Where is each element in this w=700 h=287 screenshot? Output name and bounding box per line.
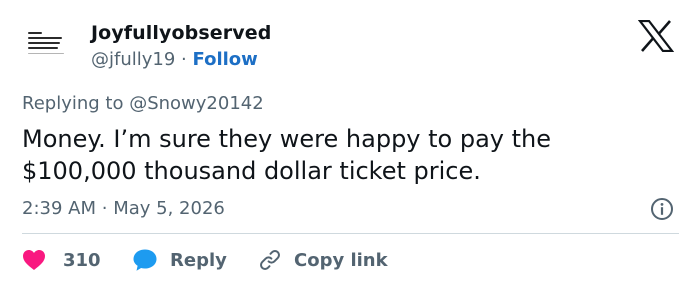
copy-link-label: Copy link — [294, 249, 388, 271]
tweet-time: 2:39 AM — [22, 198, 96, 219]
meta-separator: · — [181, 49, 187, 70]
like-button[interactable]: 310 — [22, 245, 101, 275]
author-handle[interactable]: @jfully19 — [91, 49, 175, 70]
link-icon — [260, 250, 280, 270]
timestamp-separator: · — [101, 198, 108, 219]
tweet-card: Joyfullyobserved @jfully19 · Follow Repl… — [0, 0, 700, 287]
replying-to[interactable]: Replying to @Snowy20142 — [22, 93, 264, 114]
x-logo-icon[interactable] — [638, 20, 674, 52]
follow-button[interactable]: Follow — [193, 49, 258, 70]
like-count: 310 — [63, 249, 101, 271]
reply-label: Reply — [170, 249, 227, 271]
info-icon[interactable] — [650, 197, 674, 221]
copy-link-button[interactable]: Copy link — [258, 245, 388, 275]
author-meta: @jfully19 · Follow — [91, 49, 258, 70]
tweet-date: May 5, 2026 — [113, 198, 225, 219]
reply-button[interactable]: Reply — [132, 245, 227, 275]
action-bar: 310 Reply Copy link — [22, 245, 682, 275]
divider — [22, 233, 679, 234]
speech-bubble-icon — [133, 249, 157, 271]
heart-icon — [23, 250, 45, 270]
timestamp[interactable]: 2:39 AM · May 5, 2026 — [22, 198, 225, 219]
tweet-text: Money. I’m sure they were happy to pay t… — [22, 125, 552, 185]
avatar[interactable] — [22, 22, 72, 72]
author-name[interactable]: Joyfullyobserved — [91, 22, 271, 44]
